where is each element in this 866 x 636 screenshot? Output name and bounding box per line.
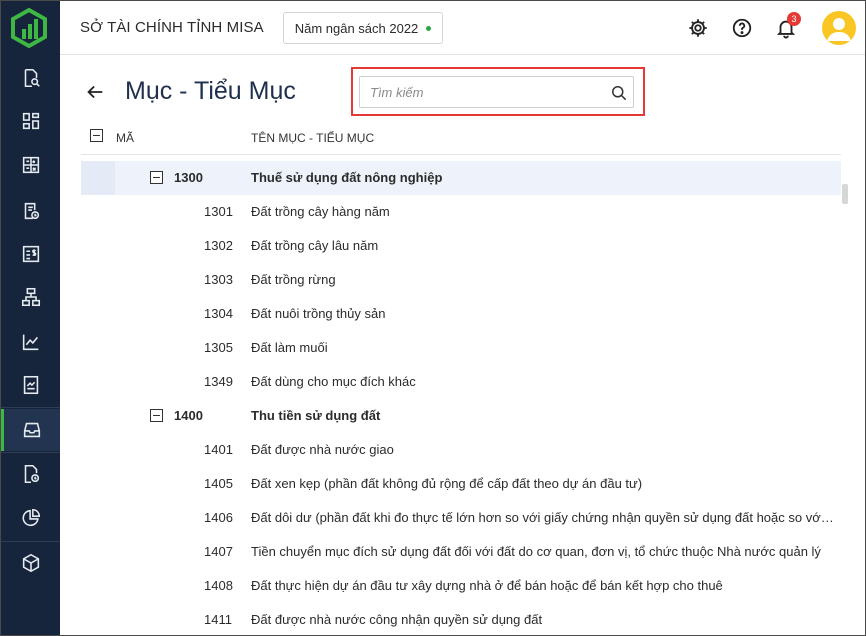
row-name: Đất được nhà nước giao <box>251 442 394 457</box>
row-code: 1411 <box>204 612 232 627</box>
row-code: 1304 <box>204 306 233 321</box>
row-code: 1400 <box>174 408 203 423</box>
row-code: 1408 <box>204 578 233 593</box>
row-name: Đất dôi dư (phần đất khi đo thực tế lớn … <box>251 510 835 525</box>
row-name: Đất trồng rừng <box>251 272 336 287</box>
table-row[interactable]: 1302 Đất trồng cây lâu năm <box>81 229 841 263</box>
sidebar-item-document-clock[interactable] <box>1 190 60 232</box>
table-row[interactable]: 1406 Đất dôi dư (phần đất khi đo thực tế… <box>81 501 841 535</box>
sidebar-item-file-clock[interactable] <box>1 453 60 495</box>
file-clock-icon <box>24 464 39 484</box>
sidebar-item-inbox[interactable] <box>1 409 60 451</box>
row-name: Thuế sử dụng đất nông nghiệp <box>251 170 443 185</box>
cube-icon <box>22 553 39 573</box>
user-avatar[interactable] <box>822 11 856 45</box>
row-name: Đất dùng cho mục đích khác <box>251 374 416 389</box>
user-avatar-icon <box>827 18 851 41</box>
column-header-name[interactable]: TÊN MỤC - TIỂU MỤC <box>251 131 374 145</box>
row-code: 1305 <box>204 340 233 355</box>
collapse-all-toggle[interactable] <box>90 129 103 142</box>
row-name: Thu tiền sử dụng đất <box>251 408 381 423</box>
sidebar-item-report[interactable] <box>1 364 60 406</box>
status-dot-icon <box>426 25 432 31</box>
table-row[interactable]: 1300 Thuế sử dụng đất nông nghiệp <box>81 161 841 195</box>
row-code: 1405 <box>204 476 233 491</box>
row-code: 1407 <box>204 544 233 559</box>
back-button[interactable] <box>84 81 106 103</box>
table-row[interactable]: 1407 Tiền chuyển mục đích sử dụng đất đố… <box>81 535 841 569</box>
grid-header: MÃ TÊN MỤC - TIỂU MỤC <box>81 119 841 155</box>
row-code: 1302 <box>204 238 233 253</box>
table-row[interactable]: 1411 Đất được nhà nước công nhận quyền s… <box>81 603 841 635</box>
dashboard-icon <box>22 112 39 130</box>
row-code: 1406 <box>204 510 233 525</box>
row-code: 1303 <box>204 272 233 287</box>
hierarchy-icon <box>21 287 40 307</box>
row-name: Tiền chuyển mục đích sử dụng đất đối với… <box>251 544 821 559</box>
settings-button[interactable] <box>685 15 711 41</box>
calculator-icon <box>22 156 39 174</box>
row-code: 1301 <box>204 204 233 219</box>
sidebar-item-search-document[interactable] <box>1 57 60 99</box>
table-row[interactable]: 1401 Đất được nhà nước giao <box>81 433 841 467</box>
search-box[interactable] <box>359 76 634 108</box>
sidebar-item-hierarchy[interactable] <box>1 276 60 318</box>
fiscal-year-label: Năm ngân sách 2022 <box>294 20 419 36</box>
search-document-icon <box>24 68 40 88</box>
row-name: Đất được nhà nước công nhận quyền sử dụn… <box>251 612 543 627</box>
search-input[interactable] <box>360 77 600 107</box>
row-name: Đất xen kẹp (phần đất không đủ rộng để c… <box>251 476 643 491</box>
sidebar-item-currency-document[interactable] <box>1 233 60 275</box>
row-name: Đất trồng cây lâu năm <box>251 238 379 253</box>
sidebar-item-calculator[interactable] <box>1 144 60 186</box>
page-title: Mục - Tiểu Mục <box>125 77 296 105</box>
table-row[interactable]: 1303 Đất trồng rừng <box>81 263 841 297</box>
sidebar <box>1 1 60 635</box>
table-row[interactable]: 1301 Đất trồng cây hàng năm <box>81 195 841 229</box>
row-name: Đất trồng cây hàng năm <box>251 204 390 219</box>
line-chart-icon <box>22 334 38 351</box>
sidebar-item-dashboard[interactable] <box>1 100 60 142</box>
sidebar-item-line-chart[interactable] <box>1 321 60 363</box>
table-row[interactable]: 1349 Đất dùng cho mục đích khác <box>81 365 841 399</box>
row-code: 1349 <box>204 374 233 389</box>
column-header-code[interactable]: MÃ <box>116 131 134 145</box>
sidebar-item-pie-chart[interactable] <box>1 497 60 539</box>
collapse-row-toggle[interactable] <box>150 409 163 422</box>
table-row[interactable]: 1400 Thu tiền sử dụng đất <box>81 399 841 433</box>
pie-chart-icon <box>21 508 40 527</box>
table-row[interactable]: 1305 Đất làm muối <box>81 331 841 365</box>
row-name: Đất làm muối <box>251 340 328 355</box>
report-icon <box>23 375 38 395</box>
help-button[interactable] <box>729 15 755 41</box>
grid-scrollbar[interactable] <box>842 184 848 204</box>
help-icon <box>732 18 752 38</box>
document-clock-icon <box>24 202 39 220</box>
collapse-row-toggle[interactable] <box>150 171 163 184</box>
search-icon[interactable] <box>609 83 629 103</box>
table-row[interactable]: 1405 Đất xen kẹp (phần đất không đủ rộng… <box>81 467 841 501</box>
notifications-button[interactable]: 3 <box>773 12 801 41</box>
organization-name: SỞ TÀI CHÍNH TỈNH MISA <box>80 19 264 36</box>
table-row[interactable]: 1304 Đất nuôi trồng thủy sản <box>81 297 841 331</box>
fiscal-year-selector[interactable]: Năm ngân sách 2022 <box>283 12 443 44</box>
sidebar-item-cube[interactable] <box>1 542 60 584</box>
row-name: Đất thực hiện dự án đầu tư xây dựng nhà … <box>251 578 723 593</box>
app-window: SỞ TÀI CHÍNH TỈNH MISA Năm ngân sách 202… <box>0 0 866 636</box>
row-name: Đất nuôi trồng thủy sản <box>251 306 386 321</box>
gear-icon <box>689 19 707 37</box>
top-header: SỞ TÀI CHÍNH TỈNH MISA Năm ngân sách 202… <box>60 1 865 55</box>
row-code: 1401 <box>204 442 233 457</box>
misa-logo-icon[interactable] <box>9 7 49 49</box>
table-row[interactable]: 1408 Đất thực hiện dự án đầu tư xây dựng… <box>81 569 841 603</box>
arrow-left-icon <box>87 85 103 99</box>
currency-document-icon <box>22 245 39 263</box>
row-code: 1300 <box>174 170 203 185</box>
inbox-icon <box>23 422 41 438</box>
notification-badge: 3 <box>787 12 801 26</box>
